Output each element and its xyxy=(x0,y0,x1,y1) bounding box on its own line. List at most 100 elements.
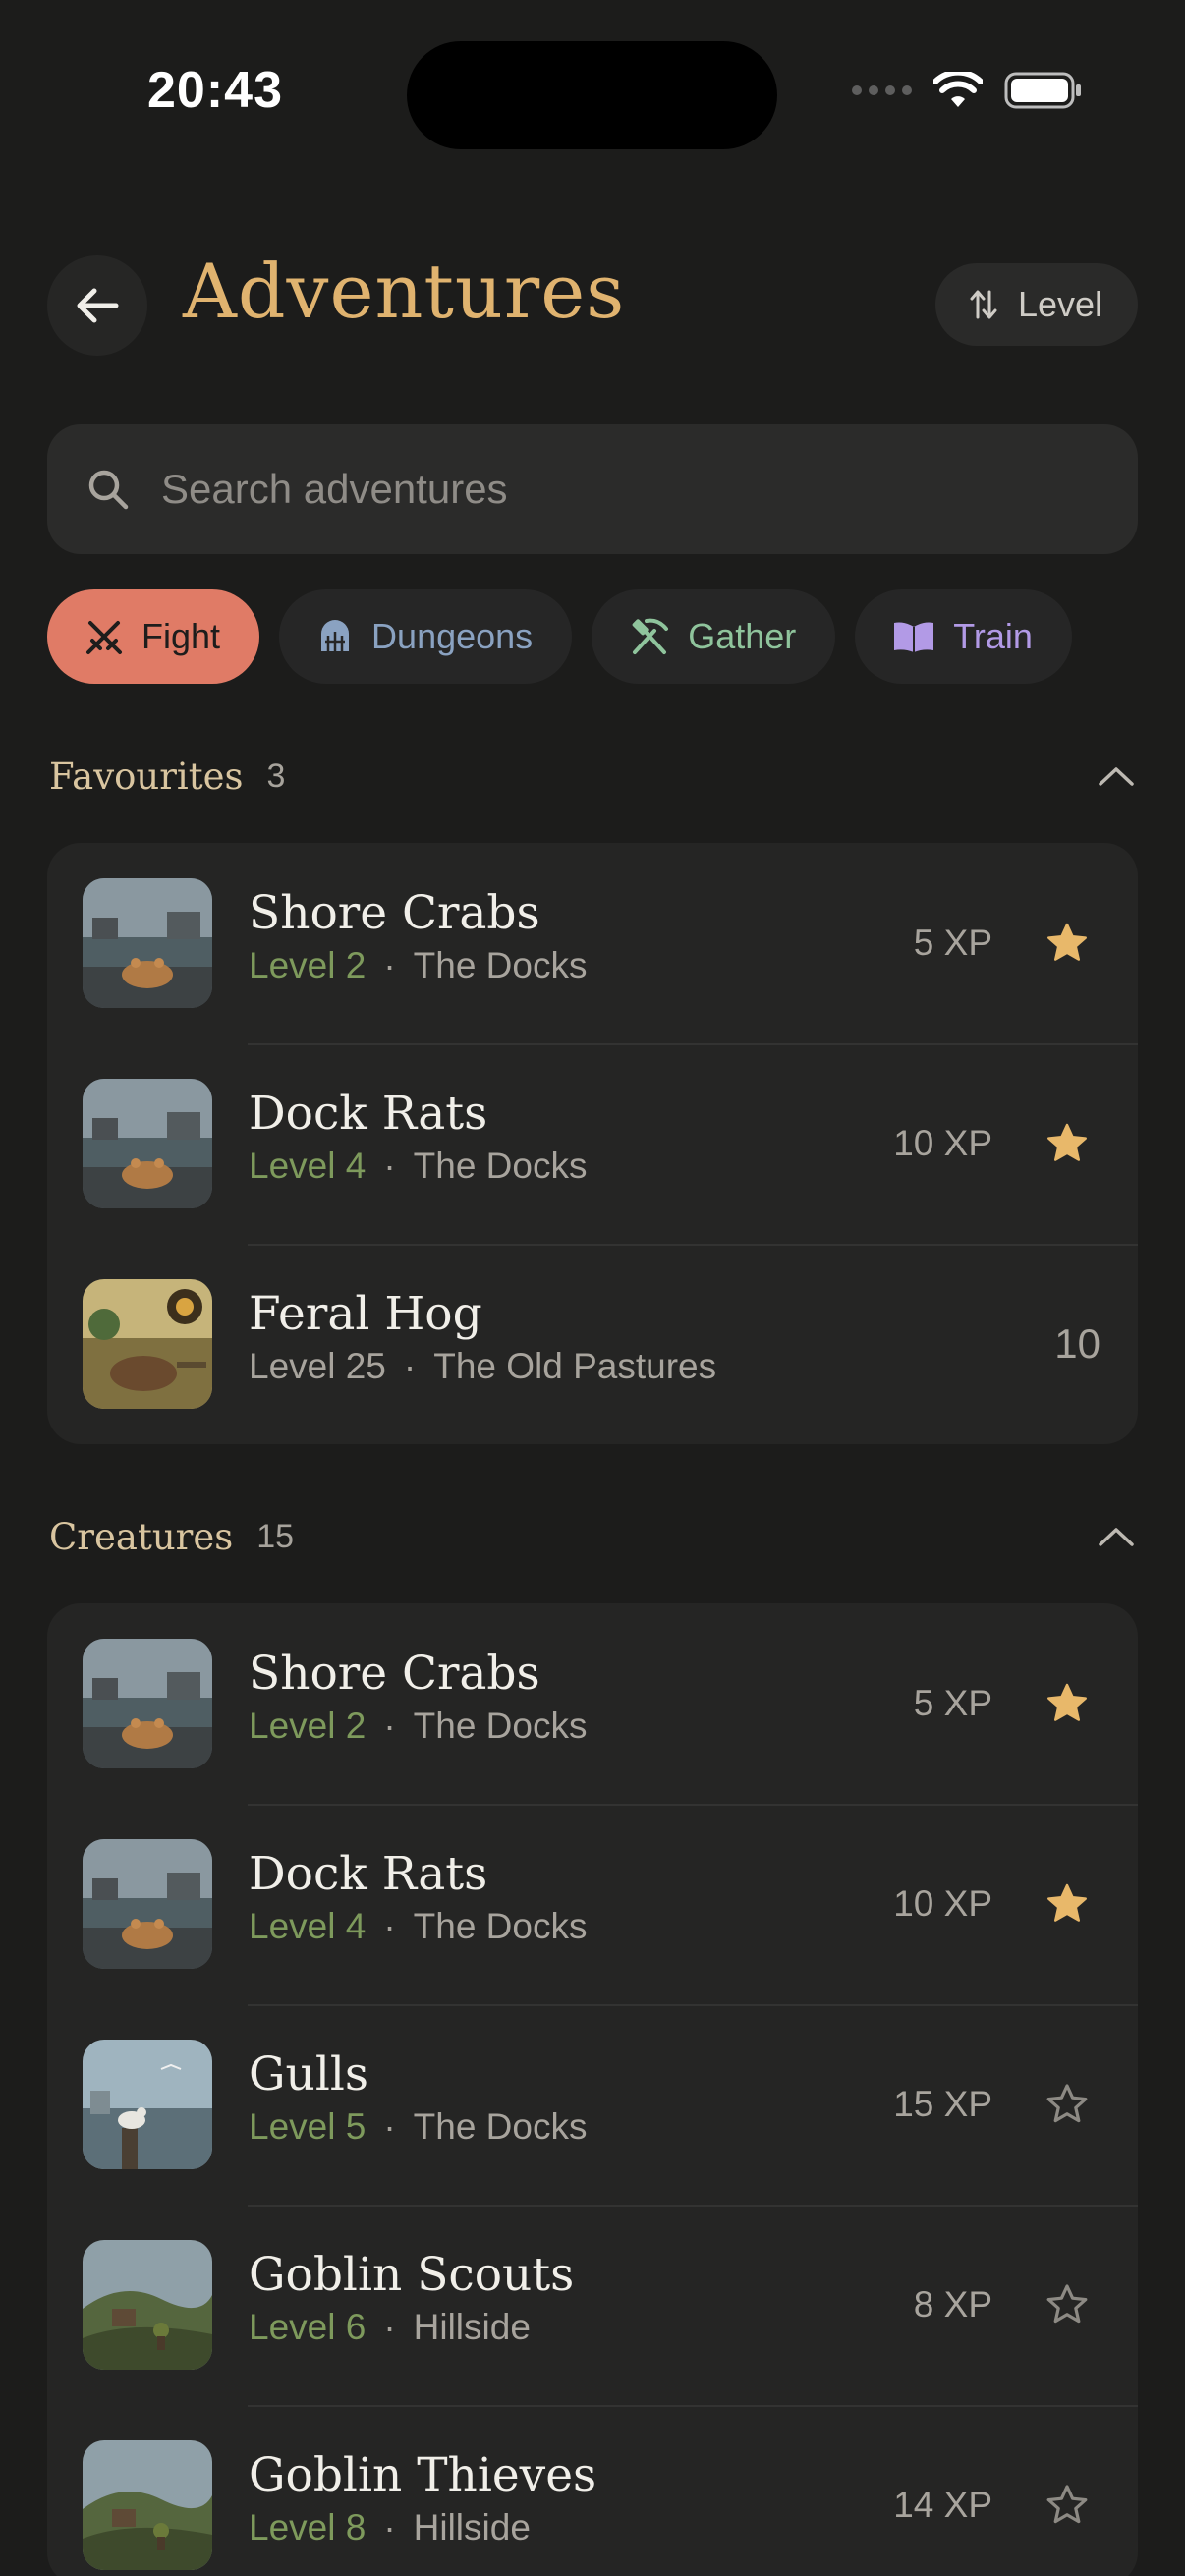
creature-meta: Level 4 · The Docks xyxy=(249,1146,587,1187)
open-book-icon xyxy=(894,622,934,652)
star-outline-icon[interactable] xyxy=(1044,2281,1091,2328)
star-filled-icon[interactable] xyxy=(1044,1120,1091,1167)
separator-dot: · xyxy=(383,2507,396,2548)
category-chips: Fight Dungeons Gather Train xyxy=(47,589,1072,684)
creature-location: The Docks xyxy=(413,945,588,985)
status-time: 20:43 xyxy=(147,62,283,119)
item-text: Goblin Thieves Level 8 · Hillside xyxy=(249,2446,596,2548)
section-title: Favourites xyxy=(49,755,244,798)
creature-name: Shore Crabs xyxy=(249,1647,540,1701)
creature-thumbnail xyxy=(83,2040,212,2169)
creature-meta: Level 25 · The Old Pastures xyxy=(249,1346,716,1387)
section-count: 3 xyxy=(266,756,286,795)
dungeon-gate-icon xyxy=(321,620,350,651)
item-text: Dock Rats Level 4 · The Docks xyxy=(249,1085,587,1187)
creature-xp: 15 XP xyxy=(893,2084,992,2124)
creature-xp: 5 XP xyxy=(913,923,992,963)
creature-thumbnail xyxy=(83,1839,212,1969)
creature-xp: 8 XP xyxy=(913,2284,992,2324)
creature-level: Level 8 xyxy=(249,2507,367,2548)
creature-level: Level 5 xyxy=(249,2106,367,2147)
creature-location: The Old Pastures xyxy=(433,1346,717,1386)
chevron-up-icon[interactable] xyxy=(1095,1515,1138,1558)
adventures-screen: 20:43 Adventures Level Search adventures… xyxy=(0,0,1185,2576)
creature-xp: 10 XP xyxy=(893,1883,992,1924)
star-outline-icon[interactable] xyxy=(1044,2081,1091,2128)
item-text: Shore Crabs Level 2 · The Docks xyxy=(249,1645,587,1747)
crossed-swords-icon xyxy=(86,621,122,654)
search-icon xyxy=(86,465,136,514)
sort-by-level-button[interactable]: Level xyxy=(934,263,1138,346)
item-text: Dock Rats Level 4 · The Docks xyxy=(249,1845,587,1947)
separator-dot: · xyxy=(403,1346,417,1386)
list-item[interactable]: Goblin Scouts Level 6 · Hillside 8 XP xyxy=(47,2205,1138,2405)
list-item[interactable]: Feral Hog Level 25 · The Old Pastures 10 xyxy=(47,1244,1138,1444)
favourites-list: Shore Crabs Level 2 · The Docks 5 XP Dock Rat… xyxy=(47,843,1138,1444)
star-outline-icon[interactable] xyxy=(1044,2482,1091,2529)
creature-xp: 10 XP xyxy=(893,1123,992,1163)
creature-level: Level 4 xyxy=(249,1906,367,1946)
item-text: Shore Crabs Level 2 · The Docks xyxy=(249,884,587,986)
sort-label: Level xyxy=(1017,284,1102,324)
section-count: 15 xyxy=(256,1517,295,1555)
battery-icon xyxy=(1004,72,1081,109)
list-item[interactable]: Dock Rats Level 4 · The Docks 10 XP xyxy=(47,1804,1138,2004)
chip-train[interactable]: Train xyxy=(855,589,1072,684)
creature-meta: Level 5 · The Docks xyxy=(249,2106,587,2148)
creature-level: Level 2 xyxy=(249,945,367,985)
search-input[interactable] xyxy=(161,466,1045,513)
list-item[interactable]: Shore Crabs Level 2 · The Docks 5 XP xyxy=(47,843,1138,1043)
creature-thumbnail xyxy=(83,2240,212,2370)
separator-dot: · xyxy=(383,1146,396,1186)
creature-thumbnail xyxy=(83,1279,212,1409)
creatures-header[interactable]: Creatures 15 xyxy=(49,1515,1140,1558)
section-title: Creatures xyxy=(49,1515,234,1558)
creature-thumbnail xyxy=(83,1639,212,1768)
creature-location: Hillside xyxy=(413,2507,531,2548)
creature-xp: 10 xyxy=(1054,1320,1100,1367)
pickaxe-hammer-icon xyxy=(632,618,669,654)
chip-fight[interactable]: Fight xyxy=(47,589,260,684)
creature-location: The Docks xyxy=(413,1146,588,1186)
chip-label: Gather xyxy=(688,616,797,656)
star-filled-icon[interactable] xyxy=(1044,1680,1091,1727)
creature-location: The Docks xyxy=(413,2106,588,2147)
separator-dot: · xyxy=(383,2106,396,2147)
search-bar[interactable] xyxy=(47,424,1138,554)
list-item[interactable]: Goblin Thieves Level 8 · Hillside 14 XP xyxy=(47,2405,1138,2576)
creature-meta: Level 2 · The Docks xyxy=(249,945,587,986)
creature-level: Level 4 xyxy=(249,1146,367,1186)
sort-arrows-icon xyxy=(970,290,997,319)
list-item[interactable]: Gulls Level 5 · The Docks 15 XP xyxy=(47,2004,1138,2205)
creature-location: Hillside xyxy=(413,2307,531,2347)
back-button[interactable] xyxy=(47,255,147,356)
chip-gather[interactable]: Gather xyxy=(592,589,836,684)
creature-meta: Level 4 · The Docks xyxy=(249,1906,587,1947)
favourites-header[interactable]: Favourites 3 xyxy=(49,755,1140,798)
creature-name: Goblin Scouts xyxy=(249,2248,575,2302)
star-filled-icon[interactable] xyxy=(1044,1880,1091,1928)
chevron-up-icon[interactable] xyxy=(1095,755,1138,798)
creature-meta: Level 2 · The Docks xyxy=(249,1706,587,1747)
creature-name: Gulls xyxy=(249,2047,368,2101)
item-text: Feral Hog Level 25 · The Old Pastures xyxy=(249,1285,716,1387)
separator-dot: · xyxy=(383,1706,396,1746)
creature-level: Level 25 xyxy=(249,1346,386,1386)
list-item[interactable]: Dock Rats Level 4 · The Docks 10 XP xyxy=(47,1043,1138,1244)
creature-name: Feral Hog xyxy=(249,1287,482,1341)
item-text: Gulls Level 5 · The Docks xyxy=(249,2045,587,2148)
page-title: Adventures xyxy=(183,248,626,335)
star-filled-icon[interactable] xyxy=(1044,920,1091,967)
creature-level: Level 2 xyxy=(249,1706,367,1746)
dynamic-island xyxy=(407,41,777,149)
creature-xp: 14 XP xyxy=(893,2485,992,2525)
creature-xp: 5 XP xyxy=(913,1683,992,1723)
creature-location: The Docks xyxy=(413,1906,588,1946)
chip-dungeons[interactable]: Dungeons xyxy=(279,589,573,684)
chip-label: Train xyxy=(953,616,1033,656)
creature-meta: Level 8 · Hillside xyxy=(249,2507,596,2548)
list-item[interactable]: Shore Crabs Level 2 · The Docks 5 XP xyxy=(47,1603,1138,1804)
chip-label: Fight xyxy=(141,616,221,656)
creature-location: The Docks xyxy=(413,1706,588,1746)
creature-thumbnail xyxy=(83,1079,212,1208)
